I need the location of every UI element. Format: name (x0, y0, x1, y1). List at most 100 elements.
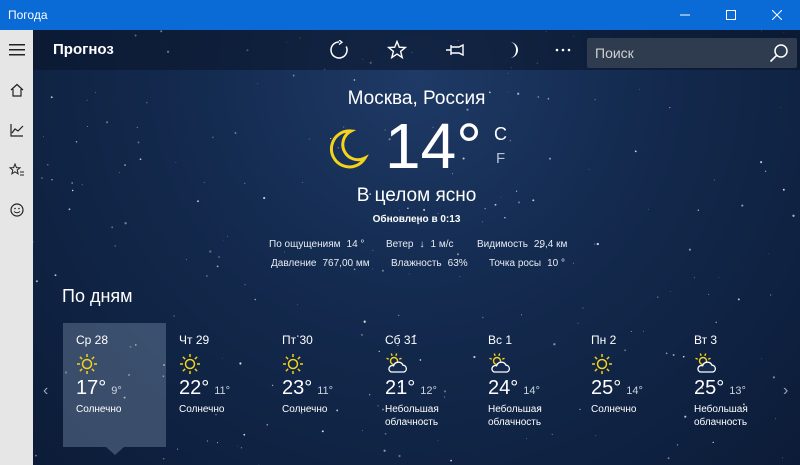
wind-direction-icon: ↓ (419, 239, 425, 250)
more-options-button[interactable] (551, 38, 575, 62)
detail-value: 767,00 мм (322, 258, 370, 269)
star-list-icon (8, 163, 24, 176)
smiley-icon (9, 203, 24, 217)
partly-cloudy-icon (694, 353, 784, 375)
day-high-temp: 24° (488, 377, 519, 399)
home-icon (10, 83, 23, 97)
detail-feels-like: По ощущениям 14 ° (269, 239, 364, 250)
day-card[interactable]: Пн 2 25° 14° Солнечно (578, 323, 681, 447)
sun-icon (179, 353, 269, 375)
search-input[interactable] (595, 43, 765, 63)
updated-time: Обновлено в 0:13 (372, 214, 461, 225)
partly-cloudy-icon (488, 353, 578, 375)
partly-cloudy-icon (385, 353, 475, 375)
day-card[interactable]: Сб 31 21° 12° Небольшая облачность (372, 323, 475, 447)
refresh-button[interactable] (327, 38, 351, 62)
day-condition: Небольшая облачность (694, 404, 748, 428)
page-title: Прогноз (53, 41, 114, 58)
current-condition: В целом ясно (356, 185, 477, 206)
refresh-icon (330, 40, 348, 59)
location-name: Москва, Россия (347, 88, 486, 109)
detail-label: По ощущениям (269, 239, 341, 250)
detail-value: 63% (447, 258, 468, 269)
day-high-temp: 17° (76, 377, 107, 399)
day-card[interactable]: Вт 3 25° 13° Небольшая облачность (681, 323, 784, 447)
star-icon (387, 40, 407, 60)
day-name: Вт 3 (694, 333, 718, 347)
detail-label: Ветер (386, 239, 414, 250)
rail-feedback-button[interactable] (0, 190, 33, 230)
pin-button[interactable] (444, 38, 468, 62)
scroll-left-arrow[interactable]: ‹ (43, 382, 48, 400)
day-card[interactable]: Чт 29 22° 11° Солнечно (166, 323, 269, 447)
close-icon (772, 10, 782, 20)
add-favorite-button[interactable] (385, 38, 409, 62)
search-icon (769, 44, 788, 63)
day-card[interactable]: Пт 30 23° 11° Солнечно (269, 323, 372, 447)
daily-section-title: По дням (62, 286, 133, 306)
detail-pressure: Давление 767,00 мм (271, 258, 370, 269)
pin-icon (446, 43, 464, 57)
rail-maps-button[interactable] (0, 110, 33, 150)
day-name: Пт 30 (282, 333, 313, 347)
day-high-temp: 25° (694, 377, 725, 399)
sun-icon (591, 353, 681, 375)
unit-fahrenheit-toggle[interactable]: F (496, 150, 505, 167)
detail-label: Точка росы (489, 258, 542, 269)
main-panel: Прогноз Москва, Россия 14° C F В целом я… (33, 30, 800, 465)
day-low-temp: 13° (729, 385, 746, 397)
degree-sign: ° (456, 110, 482, 182)
detail-visibility: Видимость 29,4 км (477, 239, 567, 250)
selected-day-pointer (106, 447, 124, 455)
rail-home-button[interactable] (0, 70, 33, 110)
sun-icon (282, 353, 372, 375)
maximize-button[interactable] (708, 0, 754, 30)
title-bar: Погода (0, 0, 800, 30)
detail-value: 1 м/с (430, 239, 454, 250)
minimize-button[interactable] (662, 0, 708, 30)
rail-favorites-button[interactable] (0, 150, 33, 190)
toolbar: Прогноз (33, 30, 800, 70)
day-low-temp: 12° (420, 385, 437, 397)
day-low-temp: 14° (523, 385, 540, 397)
search-button[interactable] (769, 43, 789, 68)
moon-icon (510, 42, 518, 58)
minimize-icon (680, 14, 690, 16)
day-card[interactable]: Вс 1 24° 14° Небольшая облачность (475, 323, 578, 447)
moon-icon (330, 129, 369, 169)
maximize-icon (726, 10, 736, 20)
detail-wind: Ветер ↓ 1 м/с (386, 239, 454, 250)
day-low-temp: 14° (626, 385, 643, 397)
sun-icon (76, 353, 166, 375)
chart-line-icon (9, 124, 23, 137)
day-high-temp: 22° (179, 377, 210, 399)
day-name: Пн 2 (591, 333, 617, 347)
day-condition: Небольшая облачность (488, 404, 542, 428)
day-name: Ср 28 (76, 333, 109, 347)
search-box[interactable] (587, 38, 797, 68)
current-temperature: 14° (385, 114, 482, 178)
day-condition: Небольшая облачность (385, 404, 439, 428)
day-low-temp: 11° (317, 385, 334, 397)
detail-value: 14 ° (346, 239, 365, 250)
day-low-temp: 11° (214, 385, 231, 397)
detail-value: 29,4 км (533, 239, 568, 250)
day-condition: Солнечно (591, 404, 637, 415)
day-name: Сб 31 (385, 333, 418, 347)
hamburger-menu-button[interactable] (0, 30, 33, 70)
day-condition: Солнечно (76, 404, 122, 415)
day-card[interactable]: Ср 28 17° 9° Солнечно (63, 323, 166, 447)
day-high-temp: 23° (282, 377, 313, 399)
temperature-value: 14 (385, 110, 457, 182)
detail-humidity: Влажность 63% (391, 258, 468, 269)
close-button[interactable] (754, 0, 800, 30)
theme-button[interactable] (500, 38, 524, 62)
unit-celsius-toggle[interactable]: C (494, 124, 507, 145)
left-rail (0, 30, 33, 465)
detail-value: 10 ° (547, 258, 566, 269)
day-name: Вс 1 (488, 333, 513, 347)
detail-label: Видимость (477, 239, 528, 250)
ellipsis-icon (555, 48, 571, 52)
detail-label: Давление (271, 258, 317, 269)
window-title: Погода (8, 8, 48, 22)
